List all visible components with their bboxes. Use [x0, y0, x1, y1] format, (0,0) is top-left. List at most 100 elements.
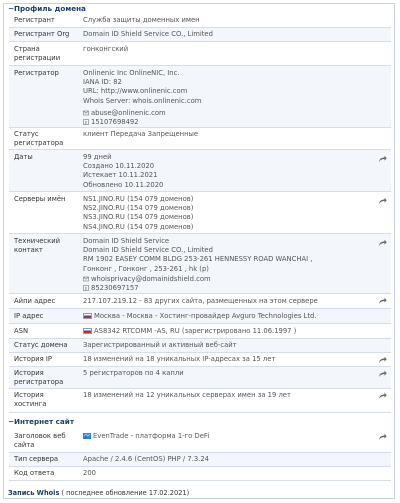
- row-country: Страна регистрации гонконгский: [9, 42, 391, 66]
- share-arrow-icon[interactable]: [378, 370, 387, 378]
- value-ip-history[interactable]: 18 изменений на 18 уникальных IP-адресах…: [83, 355, 373, 364]
- value-registrar-history[interactable]: 5 регистраторов по 4 капли: [83, 369, 373, 378]
- label-registrant-org: Регистрант Org: [14, 30, 70, 38]
- row-server-type: Тип сервера Apache / 2.4.6 (CentOS) PHP …: [9, 453, 391, 467]
- date-line: Создано 10.11.2020: [83, 162, 155, 171]
- registrar-line: IANA ID: 82: [83, 78, 122, 87]
- label-domain-status: Статус домена: [14, 341, 68, 349]
- value-hosting-history[interactable]: 18 изменений на 12 уникальных серверах и…: [83, 391, 373, 400]
- site-favicon-icon: [83, 433, 91, 439]
- value-registrar: Onlinenic Inc OnlineNIC, Inc. IANA ID: 8…: [83, 69, 373, 127]
- row-registrar-status: Статус регистратора клиент Передача Запр…: [9, 128, 391, 150]
- registrar-email[interactable]: abuse@onlinenic.com: [91, 109, 166, 117]
- contact-email[interactable]: whoisprivacy@domainidshield.com: [91, 275, 211, 283]
- label-dates: Даты: [14, 153, 33, 161]
- whois-record-note: ( последнее обновление 17.02.2021): [61, 489, 190, 497]
- email-icon: [83, 276, 89, 282]
- contact-line: RM 1902 EASEY COMM BLDG 253-261 HENNESSY…: [83, 255, 313, 264]
- email-icon: [83, 110, 89, 116]
- row-response-code: Код ответа 200: [9, 467, 391, 481]
- row-domain-status: Статус домена Зарегистрированный и актив…: [9, 339, 391, 353]
- value-tech-contact: Domain ID Shield Service Domain ID Shiel…: [83, 237, 373, 293]
- label-registrant: Регистрант: [14, 16, 55, 24]
- value-ip-address[interactable]: 217.107.219.12 - 83 других сайта, размещ…: [83, 297, 373, 306]
- contact-phone: 85230697157: [91, 284, 139, 293]
- nameserver-link[interactable]: NS1.JINO.RU (154 079 доменов): [83, 195, 373, 204]
- value-asn: AS8342 RTCOMM -AS, RU (зарегистрировано …: [83, 327, 373, 336]
- share-arrow-icon[interactable]: [378, 239, 387, 247]
- nameserver-link[interactable]: NS2.JINO.RU (154 079 доменов): [83, 204, 373, 213]
- value-registrant: Служба защиты доменных имен: [83, 16, 200, 24]
- contact-line: Domain ID Shield Service: [83, 237, 170, 245]
- registrar-email-line: abuse@onlinenic.com: [83, 109, 373, 118]
- value-country: гонконгский: [83, 45, 129, 53]
- value-dates: 99 дней Создано 10.11.2020 Истекает 10.1…: [83, 153, 373, 190]
- label-ip-history: История IP: [14, 355, 53, 363]
- section-domain-profile[interactable]: −Профиль домена: [8, 4, 86, 13]
- registrar-phone-line: p 15107698492: [83, 118, 373, 127]
- value-registrant-org: Domain ID Shield Service CO., Limited: [83, 30, 213, 38]
- share-arrow-icon[interactable]: [378, 155, 387, 163]
- label-site-title: Заголовок веб сайта: [14, 432, 66, 449]
- phone-icon: p: [83, 285, 89, 291]
- label-country: Страна регистрации: [14, 45, 61, 62]
- registrar-line: Onlinenic Inc OnlineNIC, Inc.: [83, 69, 180, 77]
- share-arrow-icon[interactable]: [378, 297, 387, 305]
- section-website[interactable]: −Интернет сайт: [8, 417, 74, 426]
- ip-location-text: Москва - Москва - Хостинг-провайдер Avgu…: [94, 312, 317, 320]
- label-ip-address: Айпи адрес: [14, 297, 56, 305]
- row-asn: ASN AS8342 RTCOMM -AS, RU (зарегистриров…: [9, 324, 391, 339]
- contact-phone-line: p 85230697157: [83, 284, 373, 293]
- date-line: Истекает 10.11.2021: [83, 171, 158, 180]
- label-server-type: Тип сервера: [14, 455, 59, 463]
- value-domain-status: Зарегистрированный и активный веб-сайт: [83, 341, 237, 349]
- svg-text:p: p: [85, 120, 88, 125]
- row-registrar: Регистратор Onlinenic Inc OnlineNIC, Inc…: [9, 66, 391, 128]
- whois-record-footer: Запись Whois ( последнее обновление 17.0…: [8, 489, 189, 497]
- value-response-code: 200: [83, 469, 96, 477]
- asn-text: AS8342 RTCOMM -AS, RU (зарегистрировано …: [94, 327, 297, 335]
- registrar-line: Whois Server: whois.onlinenic.com: [83, 96, 202, 105]
- label-tech-contact: Технический контакт: [14, 237, 61, 254]
- value-server-type: Apache / 2.4.6 (CentOS) PHP / 7.3.24: [83, 455, 209, 463]
- date-line: Обновлено 10.11.2020: [83, 180, 164, 189]
- value-registrar-status: клиент Передача Запрещенные: [83, 130, 199, 138]
- section-website-title: Интернет сайт: [14, 417, 74, 426]
- site-title-text: EvenTrade - платформа 1-го DeFi: [93, 432, 210, 440]
- row-registrant-org: Регистрант Org Domain ID Shield Service …: [9, 28, 391, 42]
- russia-flag-icon: [83, 313, 92, 319]
- contact-line: Гонконг , Гонконг , 253-261 , hk (p): [83, 264, 209, 273]
- row-ip-address: Айпи адрес 217.107.219.12 - 83 других са…: [9, 294, 391, 309]
- section-domain-profile-title: Профиль домена: [14, 4, 86, 13]
- row-ip-location: IP адрес Москва - Москва - Хостинг-прова…: [9, 309, 391, 324]
- date-line: 99 дней: [83, 153, 112, 161]
- whois-record-title[interactable]: Запись Whois: [8, 489, 59, 497]
- share-arrow-icon[interactable]: [378, 356, 387, 364]
- label-asn: ASN: [14, 327, 29, 335]
- row-nameservers: Серверы имён NS1.JINO.RU (154 079 домено…: [9, 192, 391, 234]
- row-registrant: Регистрант Служба защиты доменных имен: [9, 14, 391, 28]
- row-registrar-history: История регистратора 5 регистраторов по …: [9, 367, 391, 389]
- label-ip-location: IP адрес: [14, 312, 44, 320]
- label-nameservers: Серверы имён: [14, 195, 66, 203]
- label-registrar-status: Статус регистратора: [14, 130, 64, 147]
- row-site-title: Заголовок веб сайта EvenTrade - платформ…: [9, 429, 391, 453]
- row-ip-history: История IP 18 изменений на 18 уникальных…: [9, 353, 391, 367]
- registrar-line: URL: http://www.onlinenic.com: [83, 87, 188, 96]
- row-dates: Даты 99 дней Создано 10.11.2020 Истекает…: [9, 150, 391, 192]
- contact-email-line: whoisprivacy@domainidshield.com: [83, 275, 373, 284]
- value-ip-location: Москва - Москва - Хостинг-провайдер Avgu…: [83, 312, 373, 321]
- nameserver-link[interactable]: NS4.JINO.RU (154 079 доменов): [83, 223, 373, 232]
- value-nameservers: NS1.JINO.RU (154 079 доменов) NS2.JINO.R…: [83, 195, 373, 232]
- contact-line: Domain ID Shield Service CO., Limited: [83, 246, 213, 255]
- value-site-title: EvenTrade - платформа 1-го DeFi: [83, 432, 373, 441]
- row-tech-contact: Технический контакт Domain ID Shield Ser…: [9, 234, 391, 294]
- nameserver-link[interactable]: NS3.JINO.RU (154 079 доменов): [83, 213, 373, 222]
- label-registrar-history: История регистратора: [14, 369, 64, 386]
- label-response-code: Код ответа: [14, 469, 55, 477]
- share-arrow-icon[interactable]: [378, 433, 387, 441]
- svg-text:p: p: [85, 286, 88, 291]
- label-registrar: Регистратор: [14, 69, 59, 77]
- share-arrow-icon[interactable]: [378, 197, 387, 205]
- share-arrow-icon[interactable]: [378, 392, 387, 400]
